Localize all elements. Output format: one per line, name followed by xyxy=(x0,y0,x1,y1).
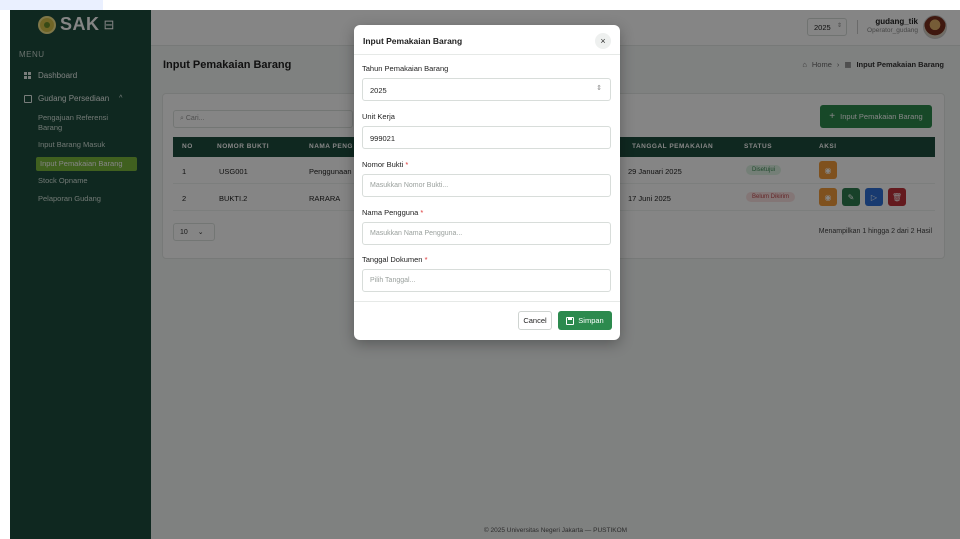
screen-frame-corner xyxy=(0,0,103,10)
nomor-bukti-field[interactable]: Masukkan Nomor Bukti... xyxy=(362,174,611,197)
nama-label-text: Nama Pengguna xyxy=(362,208,419,217)
nama-label: Nama Pengguna * xyxy=(362,208,423,217)
divider xyxy=(354,54,620,55)
close-button[interactable]: × xyxy=(595,33,611,49)
tanggal-label: Tanggal Dokumen * xyxy=(362,255,427,264)
cancel-button[interactable]: Cancel xyxy=(518,311,552,330)
tanggal-field[interactable]: Pilih Tanggal... xyxy=(362,269,611,292)
screen-frame-left xyxy=(0,0,10,539)
input-pemakaian-modal: Input Pemakaian Barang × Tahun Pemakaian… xyxy=(354,25,620,340)
close-icon: × xyxy=(600,36,606,46)
nama-pengguna-field[interactable]: Masukkan Nama Pengguna... xyxy=(362,222,611,245)
save-button-label: Simpan xyxy=(578,316,604,325)
save-icon xyxy=(566,316,575,325)
required-mark: * xyxy=(420,208,424,217)
nama-placeholder: Masukkan Nama Pengguna... xyxy=(370,230,463,237)
save-button[interactable]: Simpan xyxy=(558,311,612,330)
required-mark: * xyxy=(405,160,409,169)
modal-title: Input Pemakaian Barang xyxy=(363,36,463,46)
unit-value: 999021 xyxy=(370,134,396,143)
nomor-placeholder: Masukkan Nomor Bukti... xyxy=(370,182,449,189)
tanggal-label-text: Tanggal Dokumen xyxy=(362,255,423,264)
select-arrows-icon: ⇕ xyxy=(596,85,602,92)
unit-label: Unit Kerja xyxy=(362,112,395,121)
screen-frame-top xyxy=(0,0,960,10)
nomor-label-text: Nomor Bukti xyxy=(362,160,404,169)
unit-kerja-field[interactable]: 999021 xyxy=(362,126,611,149)
divider xyxy=(354,301,620,302)
tahun-label: Tahun Pemakaian Barang xyxy=(362,64,449,73)
tahun-value: 2025 xyxy=(370,86,387,95)
tanggal-placeholder: Pilih Tanggal... xyxy=(370,277,416,284)
tahun-select[interactable]: 2025 ⇕ xyxy=(362,78,611,101)
nomor-label: Nomor Bukti * xyxy=(362,160,408,169)
required-mark: * xyxy=(424,255,428,264)
